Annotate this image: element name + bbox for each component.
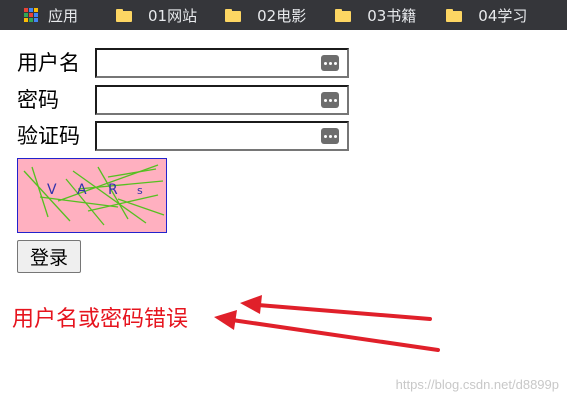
annotation-arrow-lower-head [214, 310, 237, 330]
annotation-arrow-upper [256, 303, 432, 321]
annotation-arrows [214, 295, 440, 352]
watermark: https://blog.csdn.net/d8899p [395, 377, 559, 392]
annotation-arrow-lower [230, 318, 440, 352]
annotation-arrow-upper-head [240, 295, 262, 314]
